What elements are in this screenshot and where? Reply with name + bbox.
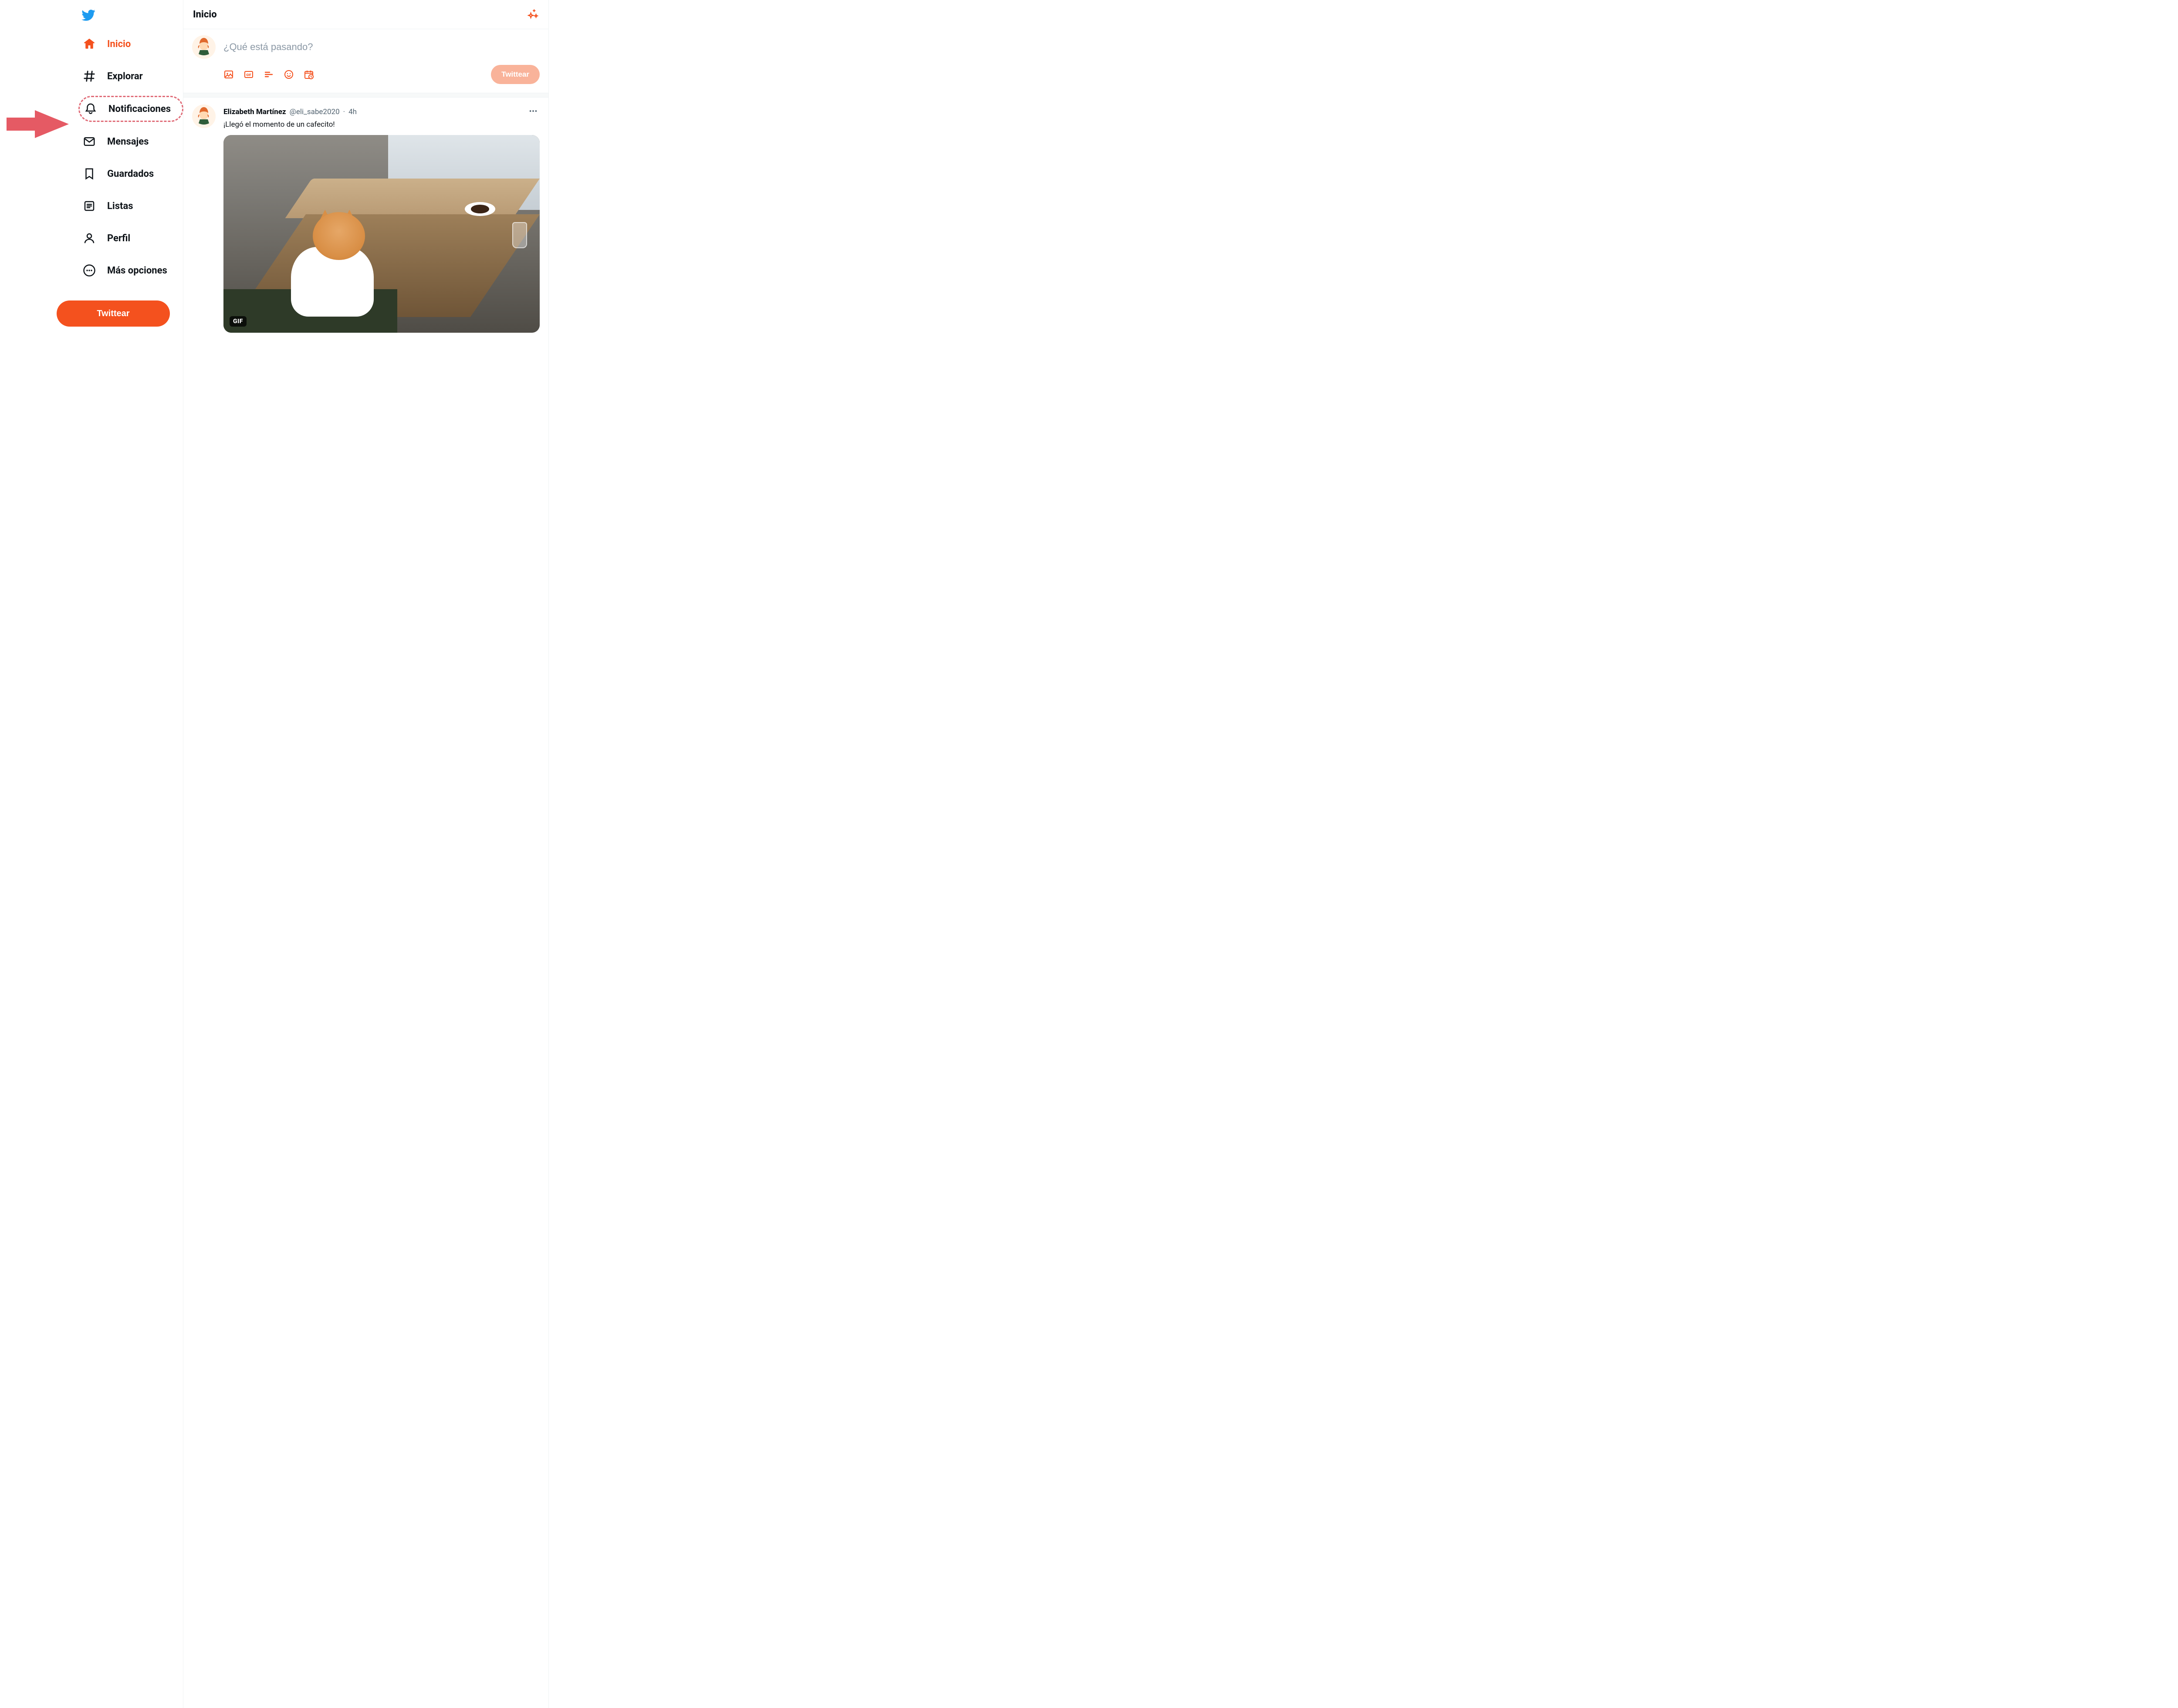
sidebar-item-home[interactable]: Inicio xyxy=(78,31,139,57)
section-divider xyxy=(183,93,548,98)
add-emoji-icon[interactable] xyxy=(284,69,294,80)
sidebar-item-notifications[interactable]: Notificaciones xyxy=(78,96,183,122)
app-logo[interactable] xyxy=(78,4,166,31)
twitter-bird-icon xyxy=(81,8,96,23)
tweet[interactable]: Elizabeth Martínez @eli_sabe2020 · 4h ¡L… xyxy=(183,98,548,340)
schedule-tweet-icon[interactable] xyxy=(304,69,314,80)
add-poll-icon[interactable] xyxy=(264,69,274,80)
composer-toolbar: GIF xyxy=(223,69,314,80)
sidebar: Inicio Explorar Notificaciones Mensajes xyxy=(9,0,166,1708)
gif-badge: GIF xyxy=(230,316,247,327)
envelope-icon xyxy=(83,135,96,148)
sidebar-item-label: Guardados xyxy=(107,169,154,179)
tweet-text: ¡Llegó el momento de un cafecito! xyxy=(223,120,540,129)
sidebar-item-bookmarks[interactable]: Guardados xyxy=(78,161,162,186)
svg-text:GIF: GIF xyxy=(246,73,251,77)
sidebar-item-label: Perfil xyxy=(107,233,130,244)
home-icon xyxy=(83,37,96,51)
bell-icon xyxy=(84,102,97,115)
avatar-illustration xyxy=(192,105,216,128)
add-image-icon[interactable] xyxy=(223,69,234,80)
hash-icon xyxy=(83,70,96,83)
person-icon xyxy=(83,232,96,245)
submit-tweet-button[interactable]: Twittear xyxy=(491,65,540,84)
sidebar-item-messages[interactable]: Mensajes xyxy=(78,129,156,154)
tweet-time[interactable]: 4h xyxy=(348,108,357,116)
tweet-composer: GIF Twittear xyxy=(183,29,548,93)
bookmark-icon xyxy=(83,167,96,180)
compose-tweet-button[interactable]: Twittear xyxy=(57,300,170,327)
sidebar-item-profile[interactable]: Perfil xyxy=(78,226,138,251)
sidebar-item-label: Inicio xyxy=(107,39,131,50)
tweet-author-avatar[interactable] xyxy=(192,105,216,128)
sidebar-item-label: Explorar xyxy=(107,71,143,82)
list-icon xyxy=(83,199,96,213)
tweet-separator: · xyxy=(343,108,345,116)
tweet-author-name[interactable]: Elizabeth Martínez xyxy=(223,108,286,116)
avatar-illustration xyxy=(192,35,216,59)
tweet-more-icon[interactable] xyxy=(527,105,540,119)
sidebar-item-explore[interactable]: Explorar xyxy=(78,64,151,89)
top-tweets-sparkle-icon[interactable] xyxy=(528,8,539,21)
sidebar-item-more[interactable]: Más opciones xyxy=(78,258,175,283)
timeline-header: Inicio xyxy=(183,0,548,29)
tweet-media[interactable]: GIF xyxy=(223,135,540,333)
sidebar-item-label: Notificaciones xyxy=(108,104,171,115)
tweet-author-handle[interactable]: @eli_sabe2020 xyxy=(290,108,340,116)
sidebar-item-label: Listas xyxy=(107,201,133,212)
sidebar-item-label: Mensajes xyxy=(107,136,149,147)
sidebar-item-lists[interactable]: Listas xyxy=(78,193,141,219)
gif-cat-cafe-scene xyxy=(223,135,540,333)
current-user-avatar[interactable] xyxy=(192,35,216,59)
add-gif-icon[interactable]: GIF xyxy=(244,69,254,80)
main-column: Inicio xyxy=(183,0,549,1708)
sidebar-item-label: Más opciones xyxy=(107,265,167,276)
more-circle-icon xyxy=(83,264,96,277)
tweet-text-input[interactable] xyxy=(223,35,540,65)
page-title: Inicio xyxy=(193,9,217,20)
